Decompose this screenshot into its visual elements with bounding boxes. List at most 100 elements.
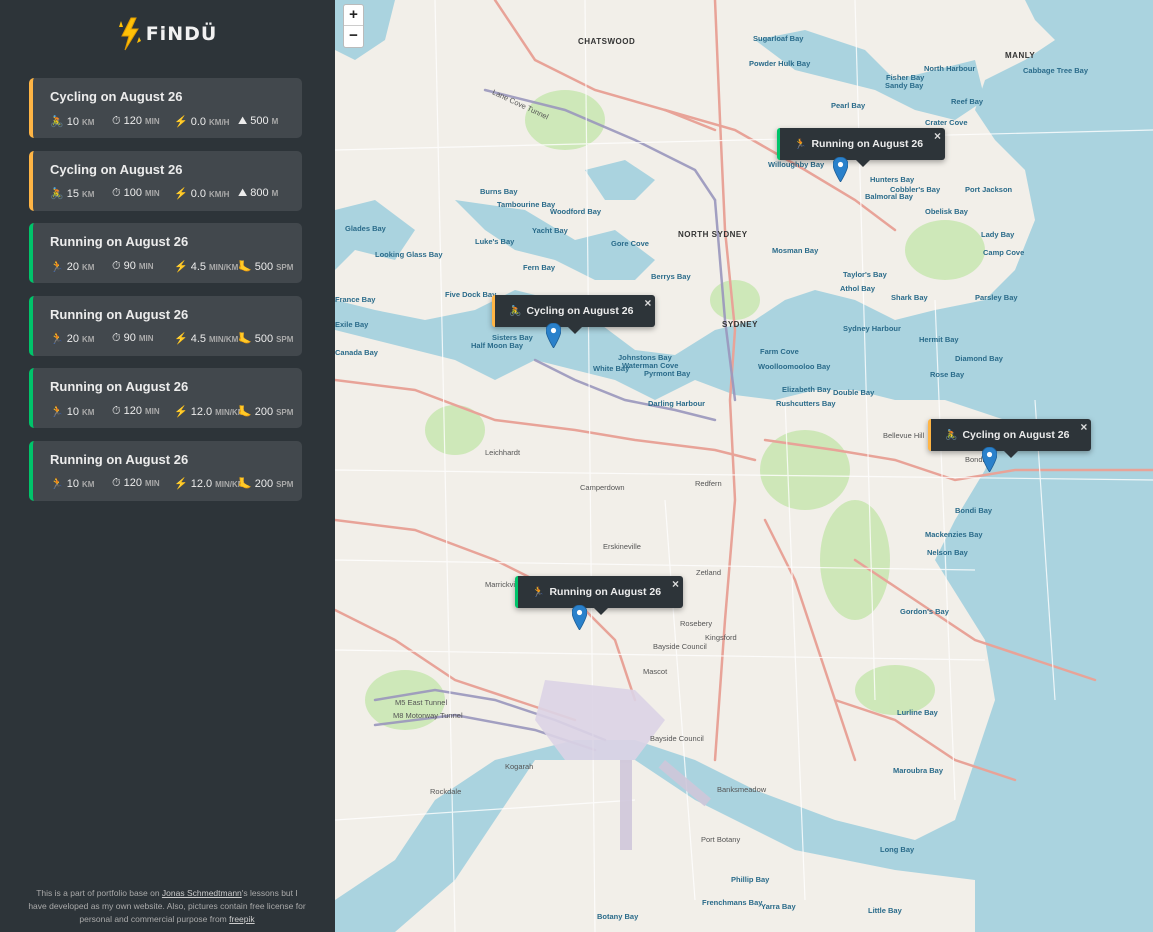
map-label-north-harbour: North Harbour xyxy=(924,64,976,73)
map-label-erskineville: Erskineville xyxy=(603,542,641,551)
workout-item-running[interactable]: Running on August 26 🏃 10 km ⏱ 120 min ⚡… xyxy=(29,368,302,429)
map-label-five-dock-bay: Five Dock Bay xyxy=(445,290,497,299)
map-label-zetland: Zetland xyxy=(696,568,722,577)
popup-close-icon[interactable]: × xyxy=(934,129,941,143)
duration-unit: min xyxy=(144,406,160,416)
stopwatch-icon: ⏱ xyxy=(112,477,121,490)
distance-unit: km xyxy=(81,407,95,417)
distance-unit: km xyxy=(81,335,95,345)
distance-unit: km xyxy=(81,262,95,272)
elevation-value: 500 xyxy=(250,114,269,127)
elevation-unit: m xyxy=(271,116,279,126)
workout-title: Running on August 26 xyxy=(50,234,189,250)
lightning-icon: ⚡️ xyxy=(174,405,188,418)
elevation-unit: m xyxy=(271,189,279,199)
workout-item-running[interactable]: Running on August 26 🏃 20 km ⏱ 90 min ⚡️… xyxy=(29,223,302,284)
detail-duration: ⏱ 120 min xyxy=(112,477,174,490)
cadence-unit: spm xyxy=(276,262,294,272)
detail-extra: 🦶 200 spm xyxy=(238,405,293,418)
bike-icon: 🚴 xyxy=(50,188,64,201)
speed-unit: min/km xyxy=(209,335,239,345)
workout-item-cycling[interactable]: Cycling on August 26 🚴 15 km ⏱ 100 min ⚡… xyxy=(29,150,302,211)
workout-popup[interactable]: 🚴 Cycling on August 26 × xyxy=(492,295,656,334)
detail-extra: ⛰ 800 m xyxy=(238,187,278,200)
bike-icon: 🚴 xyxy=(945,429,958,441)
detail-speed: ⚡️ 12.0 min/km xyxy=(174,477,244,490)
map-label-taylors-bay: Taylor's Bay xyxy=(843,270,887,279)
popup-label: Cycling on August 26 xyxy=(962,429,1070,441)
speed-value: 4.5 xyxy=(190,333,206,346)
footer-link-freepik[interactable]: freepik xyxy=(229,914,255,924)
detail-duration: ⏱ 120 min xyxy=(112,115,174,128)
map-label-yacht-bay: Yacht Bay xyxy=(532,226,568,235)
stopwatch-icon: ⏱ xyxy=(112,114,121,127)
footer-link-jonas[interactable]: Jonas Schmedtmann xyxy=(162,888,242,898)
workout-item-cycling[interactable]: Cycling on August 26 🚴 10 km ⏱ 120 min ⚡… xyxy=(29,78,302,138)
map-marker-icon[interactable] xyxy=(571,604,588,631)
map-label-crater-cove: Crater Cove xyxy=(925,118,968,127)
lightning-logo-icon xyxy=(118,17,141,51)
map-label-pyrmont-bay: Pyrmont Bay xyxy=(644,369,691,378)
workout-item-running[interactable]: Running on August 26 🏃 10 km ⏱ 120 min ⚡… xyxy=(29,440,302,501)
popup-close-icon[interactable]: × xyxy=(672,577,679,591)
zoom-out-button[interactable]: − xyxy=(344,26,363,47)
map-label-port-jackson: Port Jackson xyxy=(965,185,1013,194)
map-label-elizabeth-bay: Elizabeth Bay xyxy=(782,385,831,394)
popup-label: Running on August 26 xyxy=(811,138,924,150)
map-label-woodford-bay: Woodford Bay xyxy=(550,207,602,216)
duration-unit: min xyxy=(144,479,160,489)
popup-close-icon[interactable]: × xyxy=(644,296,651,310)
map[interactable]: CHATSWOOD NORTH SYDNEY SYDNEY MANLY Lane… xyxy=(335,0,1153,932)
runner-icon: 🏃 xyxy=(50,405,64,418)
workout-item-running[interactable]: Running on August 26 🏃 20 km ⏱ 90 min ⚡️… xyxy=(29,295,302,356)
detail-duration: ⏱ 90 min xyxy=(112,332,174,345)
lightning-icon: ⚡️ xyxy=(174,260,188,273)
map-label-diamond-bay: Diamond Bay xyxy=(955,354,1003,363)
runner-icon: 🏃 xyxy=(794,138,807,150)
detail-duration: ⏱ 90 min xyxy=(112,260,174,273)
distance-value: 10 xyxy=(66,478,79,491)
workout-popup[interactable]: 🏃 Running on August 26 × xyxy=(777,128,946,167)
map-label-tambourine-bay: Tambourine Bay xyxy=(497,200,556,209)
map-marker-icon[interactable] xyxy=(981,446,998,473)
map-label-cabbage-tree-bay: Cabbage Tree Bay xyxy=(1023,66,1089,75)
zoom-in-button[interactable]: + xyxy=(344,5,363,26)
detail-speed: ⚡️ 12.0 min/km xyxy=(174,405,244,418)
workout-details: 🚴 10 km ⏱ 120 min ⚡️ 0.0 km/h ⛰ 500 m xyxy=(50,114,302,128)
lightning-icon: ⚡️ xyxy=(174,188,188,201)
logo-text: FiNDÜ xyxy=(145,23,218,45)
detail-speed: ⚡️ 0.0 km/h xyxy=(174,115,238,128)
map-label-canada-bay: Canada Bay xyxy=(335,348,378,357)
detail-distance: 🏃 10 km xyxy=(50,477,112,490)
map-marker-icon[interactable] xyxy=(545,322,562,349)
map-label-sugarloaf-bay: Sugarloaf Bay xyxy=(753,34,804,43)
map-label-sisters-bay: Sisters Bay xyxy=(492,333,533,342)
map-label-port-botany: Port Botany xyxy=(701,835,741,844)
popup-close-icon[interactable]: × xyxy=(1080,420,1087,434)
map-label-powder-hulk-bay: Powder Hulk Bay xyxy=(749,59,811,68)
map-label-athol-bay: Athol Bay xyxy=(840,284,876,293)
duration-value: 120 xyxy=(123,114,142,127)
workout-popup[interactable]: 🚴 Cycling on August 26 × xyxy=(928,419,1092,458)
map-label-yarra-bay: Yarra Bay xyxy=(761,902,796,911)
cadence-value: 200 xyxy=(254,478,274,491)
map-label-mascot: Mascot xyxy=(643,667,668,676)
map-marker-icon[interactable] xyxy=(832,156,849,183)
map-label-sydney-harbour: Sydney Harbour xyxy=(843,324,901,333)
map-label-north-sydney: NORTH SYDNEY xyxy=(678,230,748,239)
workout-popup[interactable]: 🏃 Running on August 26 × xyxy=(515,576,684,615)
map-label-camp-cove: Camp Cove xyxy=(983,248,1025,257)
map-label-reef-bay: Reef Bay xyxy=(951,97,984,106)
map-label-m8: M8 Motorway Tunnel xyxy=(393,711,463,720)
map-label-woolloomooloo-bay: Woolloomooloo Bay xyxy=(758,362,831,371)
duration-value: 90 xyxy=(123,332,136,345)
footer-note: This is a part of portfolio base on Jona… xyxy=(28,887,306,926)
map-label-looking-glass-bay: Looking Glass Bay xyxy=(375,250,443,259)
map-label-long-bay: Long Bay xyxy=(880,845,915,854)
duration-unit: min xyxy=(144,189,160,199)
map-label-camperdown: Camperdown xyxy=(580,483,625,492)
map-label-willoughby-bay: Willoughby Bay xyxy=(768,160,825,169)
map-label-cobblers-bay: Cobbler's Bay xyxy=(890,185,941,194)
map-label-banksmeadow: Banksmeadow xyxy=(717,785,767,794)
map-label-phillip-bay: Phillip Bay xyxy=(731,875,770,884)
